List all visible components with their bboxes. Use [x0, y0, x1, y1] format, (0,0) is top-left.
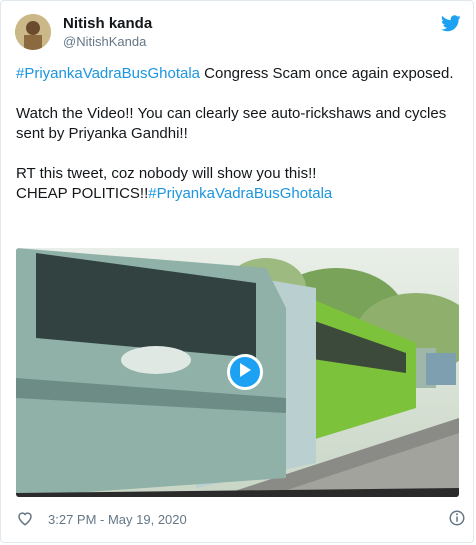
hashtag-link[interactable]: #PriyankaVadraBusGhotala — [16, 65, 200, 82]
tweet-paragraph: #PriyankaVadraBusGhotala Congress Scam o… — [16, 64, 456, 84]
info-icon[interactable] — [448, 509, 466, 530]
author-handle[interactable]: @NitishKanda — [63, 34, 146, 49]
tweet-paragraph: Watch the Video!! You can clearly see au… — [16, 104, 456, 144]
hashtag-link[interactable]: #PriyankaVadraBusGhotala — [148, 185, 332, 202]
author-name[interactable]: Nitish kanda — [63, 15, 152, 32]
play-icon — [238, 362, 252, 383]
tweet-text-segment: RT this tweet, coz nobody will show you … — [16, 165, 317, 182]
timestamp[interactable]: 3:27 PM - May 19, 2020 — [48, 512, 187, 527]
play-button[interactable] — [227, 354, 263, 390]
tweet-text-segment: Congress Scam once again exposed. — [200, 65, 454, 82]
tweet-card: Nitish kanda @NitishKanda #PriyankaVadra… — [0, 0, 474, 543]
tweet-text: #PriyankaVadraBusGhotala Congress Scam o… — [16, 64, 456, 224]
twitter-bird-icon[interactable] — [441, 15, 461, 32]
avatar[interactable] — [15, 14, 51, 50]
tweet-paragraph: RT this tweet, coz nobody will show you … — [16, 164, 456, 204]
tweet-text-segment: CHEAP POLITICS!! — [16, 185, 149, 202]
heart-icon[interactable] — [16, 509, 34, 530]
tweet-text-segment: Watch the Video!! You can clearly see au… — [16, 105, 447, 142]
tweet-footer: 3:27 PM - May 19, 2020 — [16, 509, 466, 529]
